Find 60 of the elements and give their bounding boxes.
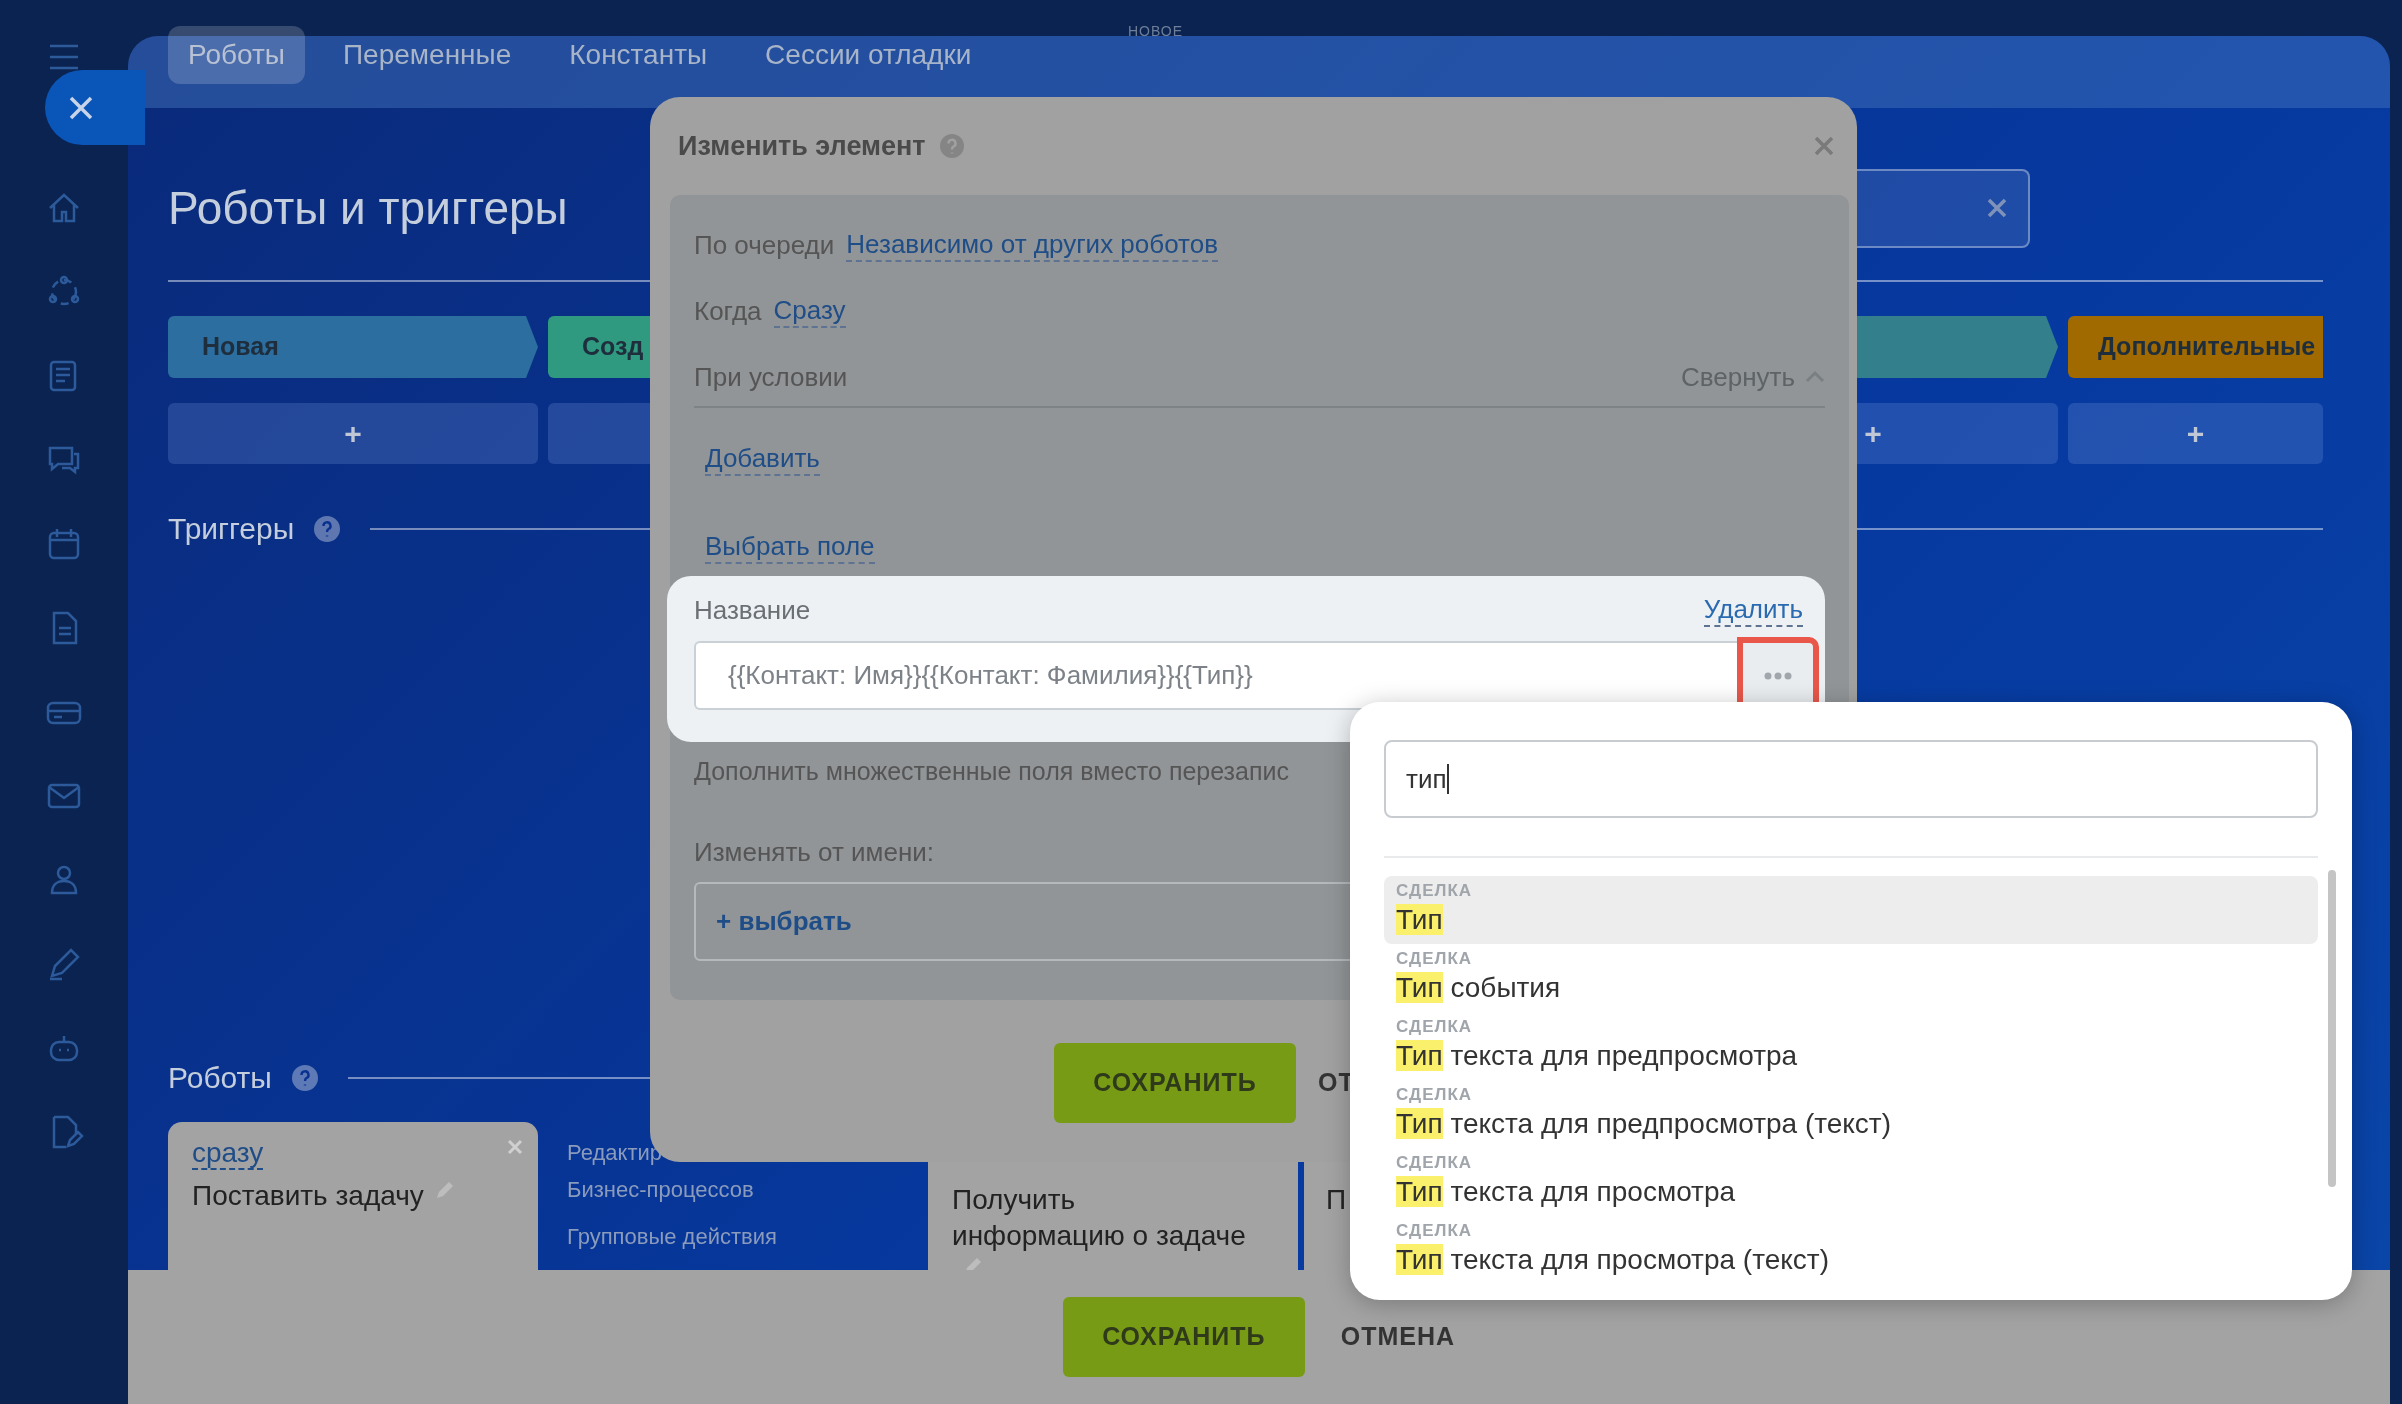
robot-title: Получить информацию о задаче	[952, 1183, 1247, 1253]
menu-item[interactable]: Бизнес-процессов	[567, 1173, 899, 1206]
value-link[interactable]: Сразу	[773, 293, 846, 329]
item-title: Тип события	[1396, 971, 1561, 1005]
list-item[interactable]: СДЕЛКА Тип	[1384, 876, 2318, 944]
clear-icon[interactable]	[1986, 197, 2008, 219]
section-title: Роботы	[168, 1060, 272, 1096]
more-icon	[1764, 671, 1792, 680]
field-label: Название	[694, 593, 811, 627]
menu-item[interactable]: Групповые действия	[567, 1220, 899, 1253]
text-cursor	[1446, 764, 1449, 794]
help-icon[interactable]	[291, 1064, 318, 1091]
tab[interactable]: Переменные	[322, 26, 532, 84]
robot-title: Поставить задачу	[192, 1178, 424, 1213]
cancel-button[interactable]: ОТМЕНА	[1340, 1318, 1456, 1356]
tab[interactable]: Роботы	[168, 26, 305, 84]
field-label: По очереди	[694, 228, 835, 262]
trigger-link[interactable]: сразу	[192, 1137, 264, 1170]
list-item[interactable]: СДЕЛКА Тип текста для предпросмотра	[1384, 1012, 2318, 1080]
group-label: СДЕЛКА	[1396, 1152, 1473, 1174]
field-label: Когда	[694, 294, 762, 328]
add-button[interactable]: +	[168, 403, 538, 464]
close-button[interactable]	[45, 70, 145, 145]
list-item[interactable]: СДЕЛКА Тип текста для предпросмотра (текст)	[1384, 1080, 2318, 1148]
help-icon[interactable]	[939, 134, 964, 158]
action-link[interactable]: Добавить	[705, 441, 820, 477]
close-icon[interactable]	[1813, 135, 1835, 157]
save-button[interactable]: СОХРАНИТЬ	[1054, 1043, 1296, 1123]
help-icon[interactable]	[314, 515, 341, 542]
item-title: Тип текста для предпросмотра (текст)	[1396, 1107, 1891, 1141]
field-label: Изменять от имени:	[694, 835, 935, 869]
stage[interactable]: Новая	[168, 316, 538, 378]
group-label: СДЕЛКА	[1396, 1220, 1473, 1242]
tab[interactable]: Сессии отладки	[745, 26, 992, 84]
section-label: При условии	[694, 360, 848, 394]
option-label: Дополнить множественные поля вместо перезапис	[694, 756, 1289, 788]
new-label: НОВОЕ	[1128, 23, 1184, 39]
delete-link[interactable]: Удалить	[1703, 592, 1803, 628]
section-title: Триггеры	[168, 511, 295, 547]
item-title: Тип текста для предпросмотра	[1396, 1039, 1798, 1073]
value-link[interactable]: Независимо от других роботов	[846, 227, 1218, 263]
add-button[interactable]: +	[2068, 403, 2323, 464]
action-link[interactable]: Выбрать поле	[705, 529, 875, 565]
tab[interactable]: Константы	[549, 26, 728, 84]
group-label: СДЕЛКА	[1396, 1016, 1473, 1038]
page-title: Роботы и триггеры	[168, 180, 568, 236]
robot-title: П	[1326, 1183, 1347, 1217]
list-item[interactable]: СДЕЛКА Тип текста для просмотра (текст)	[1384, 1216, 2318, 1284]
group-label: СДЕЛКА	[1396, 880, 1473, 902]
stage[interactable]: Дополнительные	[2068, 316, 2323, 378]
group-label: СДЕЛКА	[1396, 1084, 1473, 1106]
item-title: Тип текста для просмотра	[1396, 1175, 1736, 1209]
save-button[interactable]: СОХРАНИТЬ	[1062, 1297, 1305, 1377]
scrollbar[interactable]	[2328, 870, 2336, 1187]
item-title: Тип текста для просмотра (текст)	[1396, 1243, 1829, 1277]
list-item[interactable]: СДЕЛКА Тип текста для просмотра	[1384, 1148, 2318, 1216]
search-field[interactable]: тип	[1384, 740, 2318, 818]
item-title: Тип	[1396, 903, 1443, 937]
dialog-title: Изменить элемент	[678, 129, 926, 163]
robot-card[interactable]: сразу Поставить задачу	[168, 1122, 538, 1270]
